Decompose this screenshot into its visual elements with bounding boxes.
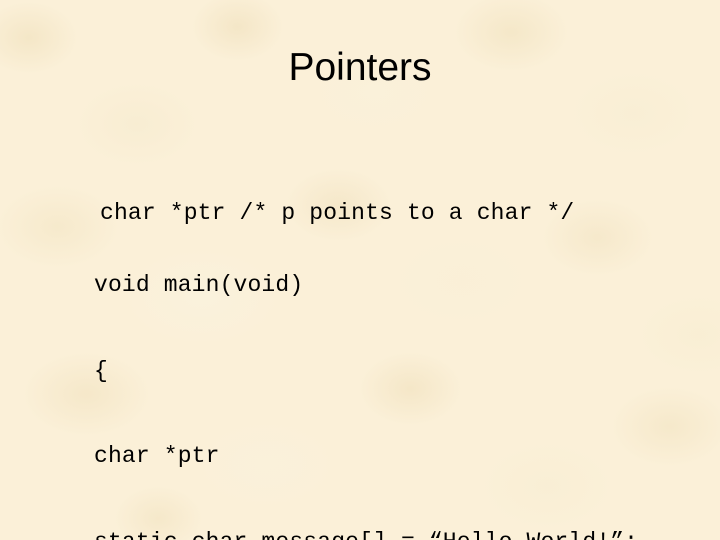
page-title: Pointers: [288, 46, 432, 89]
presentation-slide: Pointers char *ptr /* p points to a char…: [0, 0, 720, 540]
code-line: {: [94, 357, 108, 384]
code-line: char *ptr: [94, 443, 220, 469]
code-line: void main(void): [94, 272, 304, 298]
example-program-code: void main(void) { char *ptr static char …: [94, 214, 638, 540]
slide-content: Pointers char *ptr /* p points to a char…: [0, 0, 720, 540]
code-line: static char message[] = “Hello World!”;: [94, 528, 638, 540]
